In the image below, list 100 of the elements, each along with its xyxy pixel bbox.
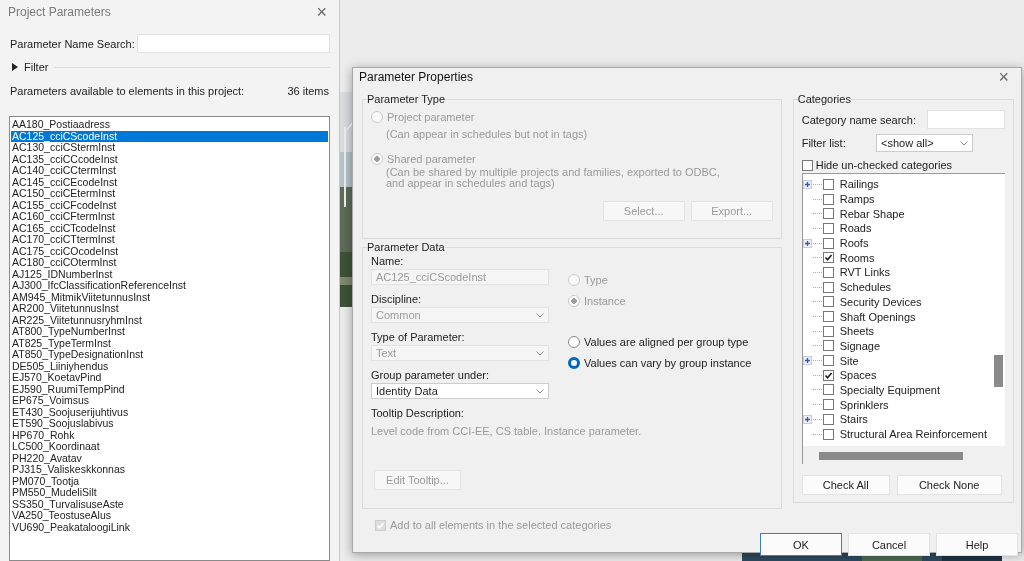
expand-arrow-icon[interactable] [12,63,18,71]
checkbox[interactable] [822,413,834,425]
scrollbar-thumb[interactable] [818,452,963,460]
filter-dropdown[interactable]: <show all> [876,134,973,152]
list-item[interactable]: AC135_cciCCcodeInst [11,153,328,165]
tree-item-label[interactable]: RVT Links [839,266,891,279]
dialog-button[interactable]: Check None [896,475,1002,495]
list-item[interactable]: AT800_TypeNumberInst [11,326,328,338]
list-item[interactable]: AC145_cciCEcodeInst [11,176,328,188]
list-item[interactable]: AJ300_IfcClassificationReferenceInst [11,280,328,292]
list-item[interactable]: EJ590_RuumiTempPind [11,383,328,395]
radio-button[interactable] [568,336,580,348]
list-item[interactable]: VU690_PeakataloogiLink [11,521,328,533]
filter-toggle[interactable]: Filter [24,61,49,73]
checkbox[interactable] [822,325,834,337]
checkbox[interactable] [822,428,834,440]
list-item[interactable]: AT850_TypeDesignationInst [11,349,328,361]
checkbox[interactable] [822,340,834,352]
plus-icon[interactable] [803,414,813,424]
checkbox[interactable] [822,208,834,220]
plus-icon[interactable] [803,179,813,189]
list-item[interactable]: PH220_Avatav [11,452,328,464]
list-item[interactable]: EP675_Voimsus [11,395,328,407]
search-field[interactable] [927,110,1005,129]
scrollbar-thumb[interactable] [994,355,1003,387]
checkbox[interactable] [822,384,834,396]
tree-item-label[interactable]: Schedules [839,281,892,294]
list-item[interactable]: EJ570_KoetavPind [11,372,328,384]
tree-item-label[interactable]: Shaft Openings [839,310,916,323]
list-item[interactable]: HP670_Rohk [11,429,328,441]
close-button[interactable]: × [994,68,1013,86]
list-item[interactable]: PJ315_Valiskeskkonnas [11,464,328,476]
checkbox[interactable] [822,266,834,278]
list-caption: Parameters available to elements in this project: [10,85,245,97]
tree-item-label[interactable]: Roofs [839,237,869,250]
list-item[interactable]: ET590_Soojuslabivus [11,418,328,430]
plus-icon[interactable] [803,356,813,366]
checkbox[interactable] [801,159,813,171]
checkbox[interactable] [822,178,834,190]
tree-item-label[interactable]: Structural Area Reinforcement [839,428,988,441]
list-item[interactable]: AA180_Postiaadress [11,119,328,131]
close-button[interactable]: × [312,3,331,21]
list-item[interactable]: DE505_Liiniyhendus [11,360,328,372]
list-item[interactable]: VA250_TeostuseAlus [11,510,328,522]
list-item[interactable]: LC500_Koordinaat [11,441,328,453]
list-item[interactable]: AC170_cciCTtermInst [11,234,328,246]
list-item[interactable]: AR200_ViitetunnusInst [11,303,328,315]
tree-item-label[interactable]: Signage [839,339,881,352]
radio-label: Values can vary by group instance [584,357,752,369]
dialog-title: Parameter Properties [359,70,474,84]
list-item[interactable]: PM070_Tootja [11,475,328,487]
checkbox[interactable] [822,355,834,367]
list-item[interactable]: AC160_cciCFtermInst [11,211,328,223]
search-field[interactable] [137,34,330,53]
checkbox[interactable] [822,296,834,308]
checkbox[interactable] [822,237,834,249]
list-item[interactable]: AT825_TypeTermInst [11,337,328,349]
tree-item-label[interactable]: Roads [839,222,872,235]
list-item[interactable]: SS350_TurvalisuseAste [11,498,328,510]
list-item[interactable]: AC175_cciCOcodeInst [11,245,328,257]
radio-button[interactable] [568,357,580,369]
tree-item-label[interactable]: Ramps [839,193,875,206]
checkbox[interactable] [822,399,834,411]
tree-item-label[interactable]: Sprinklers [839,398,889,411]
dialog-button[interactable]: Check All [801,475,890,495]
plus-icon[interactable] [803,238,813,248]
list-item[interactable]: AC140_cciCCtermInst [11,165,328,177]
dialog-button[interactable]: OK [760,533,842,556]
checkbox[interactable] [822,311,834,323]
checkbox[interactable] [822,193,834,205]
tree-item-label[interactable]: Rebar Shape [839,207,905,220]
tree-item-label[interactable]: Site [839,354,859,367]
list-item[interactable]: AM945_MitmikViitetunnusInst [11,291,328,303]
list-item[interactable]: AJ125_IDNumberInst [11,268,328,280]
list-item[interactable]: AR225_ViitetunnusryhmInst [11,314,328,326]
dialog-button[interactable]: Help [936,533,1018,556]
tree-item-label[interactable]: Sheets [839,325,874,338]
tree-item-label[interactable]: Railings [839,178,879,191]
checkbox[interactable] [822,369,834,381]
list-item[interactable]: AC165_cciCTcodeInst [11,222,328,234]
checkbox[interactable] [822,222,834,234]
tree-item-label[interactable]: Security Devices [839,295,922,308]
list-item[interactable]: ET430_Soojuserijuhtivus [11,406,328,418]
tree-item-label[interactable]: Spaces [839,369,877,382]
field-label: Type of Parameter: [371,331,466,343]
tree-item-label[interactable]: Stairs [839,413,868,426]
tree-item-label[interactable]: Specialty Equipment [839,383,940,396]
checkbox[interactable] [822,281,834,293]
dialog-button[interactable]: Cancel [848,533,930,556]
list-item[interactable]: AC155_cciCFcodeInst [11,199,328,211]
list-item[interactable]: AC130_cciCStermInst [11,142,328,154]
list-item[interactable]: AC180_cciCOtermInst [11,257,328,269]
list-item[interactable]: AC125_cciCScodeInst [11,130,328,142]
field-label: Name: [371,255,405,267]
list-item[interactable]: AC150_cciCEtermInst [11,188,328,200]
list-item[interactable]: PM550_MudeliSilt [11,487,328,499]
group-dropdown[interactable]: Identity Data [371,383,549,399]
tree-item-label[interactable]: Rooms [839,251,875,264]
chevron-down-icon [536,350,544,356]
checkbox[interactable] [822,252,834,264]
